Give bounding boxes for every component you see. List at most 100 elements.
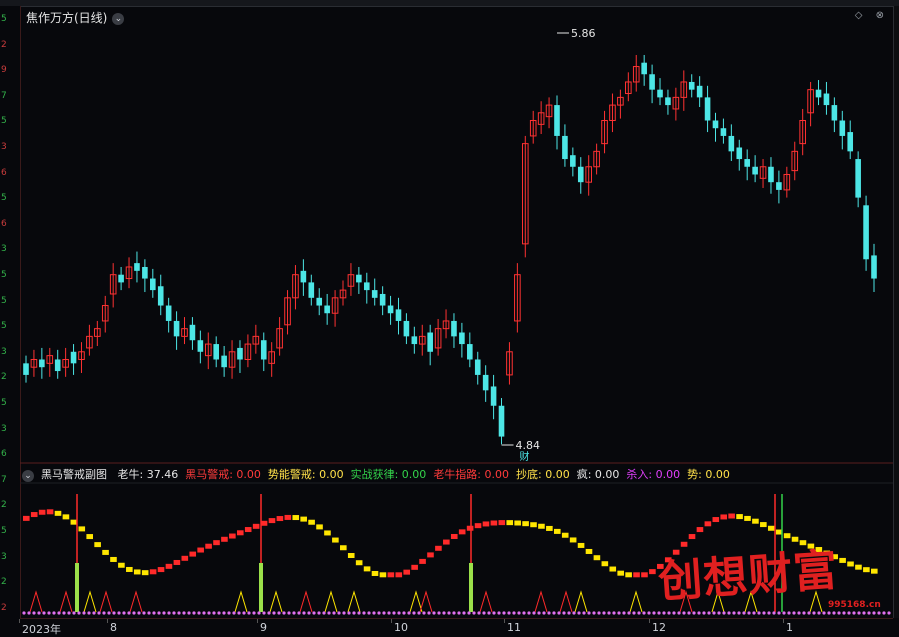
indicator-step bbox=[268, 518, 276, 524]
indicator-step bbox=[609, 566, 617, 572]
indicator-step bbox=[70, 519, 78, 525]
baseline-dot bbox=[312, 611, 316, 615]
indicator-wave bbox=[59, 590, 73, 613]
window-icons[interactable]: ◇ ⊗ bbox=[855, 10, 889, 21]
candle-body bbox=[427, 332, 433, 352]
indicator-step bbox=[760, 522, 767, 528]
indicator-step bbox=[498, 520, 506, 526]
candle-body bbox=[688, 81, 695, 90]
baseline-dot bbox=[792, 611, 796, 615]
indicator-step bbox=[213, 540, 220, 546]
indicator-value-1: 黑马警戒: 0.00 bbox=[185, 468, 261, 481]
candle-body bbox=[831, 105, 838, 121]
indicator-step bbox=[23, 515, 30, 521]
candle-body bbox=[356, 274, 362, 283]
x-tick-label: 1 bbox=[786, 621, 793, 634]
baseline-dot bbox=[822, 611, 826, 615]
baseline-dot bbox=[797, 611, 801, 615]
candle-body bbox=[482, 374, 489, 391]
candle-body bbox=[237, 347, 243, 360]
indicator-step bbox=[712, 517, 720, 523]
candle-body bbox=[815, 89, 822, 98]
candle-body bbox=[451, 320, 457, 337]
x-tick-label: 2023年 bbox=[22, 623, 61, 636]
baseline-dot bbox=[862, 611, 866, 615]
baseline-dot bbox=[192, 611, 196, 615]
candle-body bbox=[712, 120, 719, 129]
low-price-label: 4.84 bbox=[516, 439, 541, 452]
baseline-dot bbox=[857, 611, 861, 615]
baseline-dot bbox=[577, 611, 581, 615]
indicator-step bbox=[704, 521, 712, 527]
candle-body bbox=[855, 159, 861, 198]
baseline-dot bbox=[787, 611, 791, 615]
baseline-dot bbox=[652, 611, 656, 615]
baseline-dot bbox=[112, 611, 116, 615]
chevron-down-icon[interactable]: ⌄ bbox=[112, 13, 125, 25]
candle-body bbox=[39, 359, 45, 368]
baseline-dot bbox=[877, 611, 881, 615]
baseline-dot bbox=[882, 611, 886, 615]
indicator-step bbox=[324, 530, 331, 536]
indicator-step bbox=[30, 512, 38, 518]
baseline-dot bbox=[52, 611, 56, 615]
indicator-step bbox=[181, 555, 189, 561]
signal-bar bbox=[259, 563, 263, 612]
candle-body bbox=[752, 166, 758, 175]
candle-body bbox=[490, 386, 497, 406]
baseline-dot bbox=[757, 611, 761, 615]
indicator-wave bbox=[419, 590, 433, 613]
x-tick-mark bbox=[107, 619, 108, 623]
baseline-dot bbox=[437, 611, 441, 615]
baseline-dot bbox=[212, 611, 216, 615]
candle-body bbox=[871, 255, 877, 279]
baseline-dot bbox=[177, 611, 181, 615]
baseline-dot bbox=[277, 611, 281, 615]
indicator-step bbox=[569, 537, 577, 543]
indicator-step bbox=[530, 522, 537, 528]
candle-body bbox=[696, 85, 703, 98]
candle-body bbox=[157, 286, 164, 306]
candle-body bbox=[213, 344, 220, 360]
x-tick-label: 10 bbox=[394, 621, 408, 634]
indicator-step bbox=[553, 528, 561, 534]
baseline-dot bbox=[452, 611, 456, 615]
indicator-step bbox=[585, 548, 593, 554]
baseline-dot bbox=[232, 611, 236, 615]
baseline-dot bbox=[137, 611, 141, 615]
indicator-step bbox=[601, 561, 609, 567]
baseline-dot bbox=[457, 611, 461, 615]
indicator-step bbox=[419, 558, 426, 564]
baseline-dot bbox=[547, 611, 551, 615]
chevron-down-icon[interactable]: ⌄ bbox=[22, 470, 34, 482]
indicator-step bbox=[617, 570, 624, 576]
indicator-wave bbox=[83, 590, 97, 613]
baseline-dot bbox=[542, 611, 546, 615]
baseline-dot bbox=[57, 611, 61, 615]
candle-body bbox=[736, 147, 743, 160]
indicator-name[interactable]: 黑马警戒副图 bbox=[41, 468, 107, 481]
baseline-dot bbox=[417, 611, 421, 615]
candle-body bbox=[395, 309, 402, 321]
baseline-dot bbox=[362, 611, 366, 615]
x-tick-mark bbox=[391, 619, 392, 623]
indicator-step bbox=[577, 542, 585, 548]
indicator-header: ⌄ 黑马警戒副图 老牛: 37.46 黑马警戒: 0.00 势能警戒: 0.00 实战获… bbox=[22, 466, 744, 482]
baseline-dot bbox=[377, 611, 381, 615]
baseline-dot bbox=[612, 611, 616, 615]
baseline-dot bbox=[732, 611, 736, 615]
indicator-value-5: 抄底: 0.00 bbox=[516, 468, 570, 481]
candle-body bbox=[498, 405, 505, 437]
indicator-step bbox=[78, 526, 86, 532]
baseline-dot bbox=[537, 611, 541, 615]
indicator-step bbox=[720, 514, 728, 520]
candle-body bbox=[197, 340, 204, 352]
main-chart-title[interactable]: 焦作万方(日线) ⌄ bbox=[26, 9, 125, 26]
baseline-dot bbox=[182, 611, 186, 615]
baseline-dot bbox=[117, 611, 121, 615]
baseline-dot bbox=[817, 611, 821, 615]
indicator-step bbox=[387, 572, 395, 578]
indicator-step bbox=[435, 545, 442, 551]
baseline-dot bbox=[782, 611, 786, 615]
baseline-dot bbox=[357, 611, 361, 615]
